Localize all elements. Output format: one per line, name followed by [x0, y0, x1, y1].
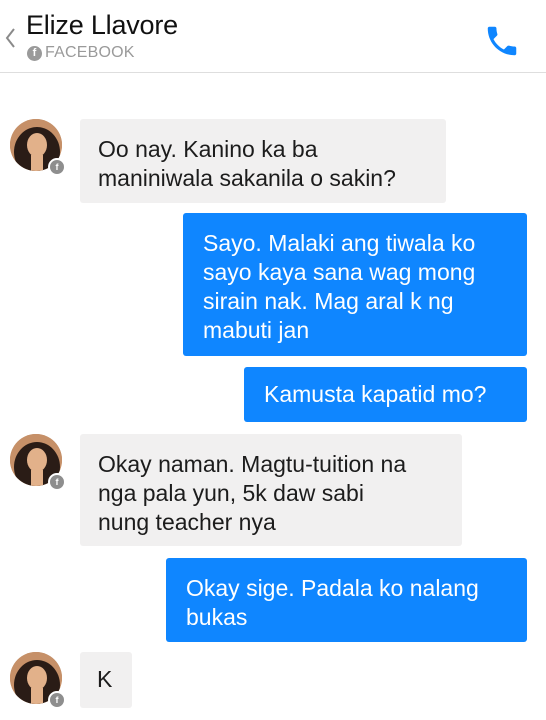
phone-icon[interactable]	[482, 22, 522, 60]
source-row: f FACEBOOK	[27, 43, 135, 63]
message-line: K	[97, 666, 113, 692]
message-bubble-incoming: Okay naman. Magtu-tuition na nga pala yu…	[80, 434, 462, 546]
facebook-icon: f	[27, 45, 42, 61]
message-thread: f Oo nay. Kanino ka ba maniniwala sakani…	[0, 73, 546, 720]
messenger-badge-icon: f	[48, 691, 66, 709]
messenger-badge-icon: f	[48, 158, 66, 176]
message-bubble-outgoing: Okay sige. Padala ko nalang bukas	[166, 558, 527, 642]
message-line: bukas	[186, 604, 248, 630]
source-label: FACEBOOK	[45, 44, 135, 61]
message-bubble-incoming: K	[80, 652, 132, 708]
message-line: Kamusta kapatid mo?	[264, 381, 487, 407]
message-line: sayo kaya sana wag mong	[203, 259, 476, 285]
message-bubble-incoming: Oo nay. Kanino ka ba maniniwala sakanila…	[80, 119, 446, 203]
message-line: nung teacher nya	[98, 509, 276, 535]
conversation-header: Elize Llavore f FACEBOOK	[0, 0, 546, 73]
message-line: sirain nak. Mag aral k ng	[203, 288, 454, 314]
message-line: Sayo. Malaki ang tiwala ko	[203, 230, 476, 256]
message-line: Okay sige. Padala ko nalang	[186, 575, 479, 601]
message-line: maniniwala sakanila o sakin?	[98, 165, 396, 191]
messenger-badge-icon: f	[48, 473, 66, 491]
contact-name[interactable]: Elize Llavore	[26, 10, 178, 41]
message-line: nga pala yun, 5k daw sabi	[98, 480, 364, 506]
message-line: mabuti jan	[203, 317, 310, 343]
message-bubble-outgoing: Kamusta kapatid mo?	[244, 367, 527, 422]
chevron-left-icon[interactable]	[3, 26, 17, 50]
message-line: Oo nay. Kanino ka ba	[98, 136, 318, 162]
message-line: Okay naman. Magtu-tuition na	[98, 451, 407, 477]
message-bubble-outgoing: Sayo. Malaki ang tiwala ko sayo kaya san…	[183, 213, 527, 356]
